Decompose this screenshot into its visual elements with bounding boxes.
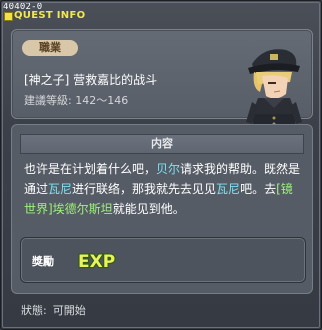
reward-panel: 獎勵 EXP	[20, 237, 306, 283]
quest-content-panel: 内容 也许是在计划着什么吧，贝尔请求我的帮助。既然是通过瓦尼进行联络，那我就先去…	[11, 124, 313, 294]
content-heading: 内容	[20, 134, 304, 154]
reward-label: 獎勵	[32, 255, 54, 268]
status-value: 可開始	[52, 304, 86, 317]
quest-name: [神之子] 营救嘉比的战斗	[24, 73, 158, 87]
content-text-segment: 就能见到他。	[112, 202, 185, 216]
window-title: QUEST INFO	[14, 10, 86, 21]
quest-info-window: 40402-0 QUEST INFO 職業 [神之子] 营救嘉比的战斗 建議等級…	[0, 0, 322, 330]
content-text-segment: 吧。去	[240, 182, 277, 196]
content-text-segment: 进行联络，那我就先去见见	[72, 182, 217, 196]
content-description: 也许是在计划着什么吧，贝尔请求我的帮助。既然是通过瓦尼进行联络，那我就先去见见瓦…	[24, 159, 304, 219]
npc-link-bell[interactable]: 贝尔	[156, 162, 180, 176]
quest-status: 狀態: 可開始	[21, 302, 86, 318]
exp-reward-icon[interactable]: EXP	[76, 248, 120, 272]
quest-header-panel: 職業 [神之子] 营救嘉比的战斗 建議等級: 142～146	[11, 29, 313, 138]
job-badge: 職業	[22, 40, 78, 56]
exp-reward-label: EXP	[78, 252, 115, 272]
npc-link-wani[interactable]: 瓦尼	[48, 182, 72, 196]
status-label: 狀態:	[21, 304, 47, 317]
npc-link-wani[interactable]: 瓦尼	[216, 182, 240, 196]
title-square-icon	[4, 12, 13, 21]
recommended-level: 建議等級: 142～146	[24, 94, 129, 107]
content-text-segment: 也许是在计划着什么吧，	[24, 162, 157, 176]
